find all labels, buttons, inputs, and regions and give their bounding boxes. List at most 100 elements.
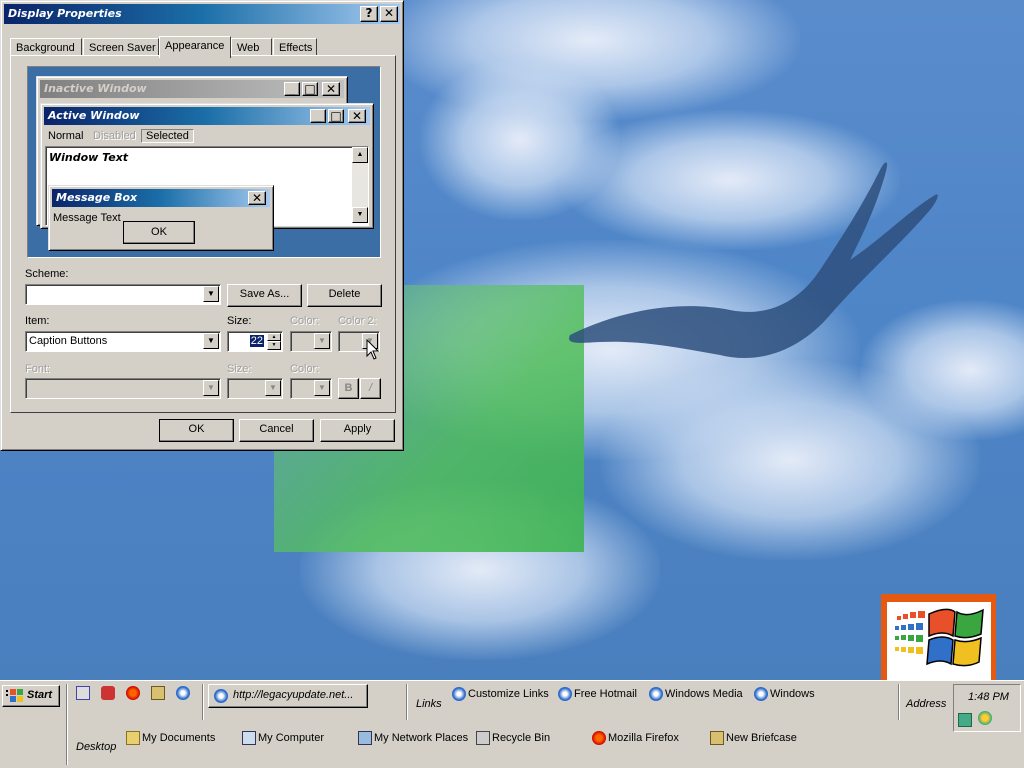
dropdown-arrow-icon: ▼: [314, 380, 330, 396]
ie-page-icon: [649, 687, 663, 701]
italic-button[interactable]: /: [360, 378, 381, 399]
windows-flag-icon: [6, 689, 23, 702]
firefox-icon: [592, 731, 606, 745]
desktop-item-label: Recycle Bin: [492, 731, 551, 744]
close-icon: ✕: [383, 6, 395, 20]
desktop-item-label: Mozilla Firefox: [608, 731, 679, 744]
desktop-item-my-computer[interactable]: My Computer: [242, 731, 324, 745]
spin-down-icon[interactable]: ▼: [267, 341, 281, 350]
help-icon: ?: [365, 6, 373, 20]
display-properties-dialog: Display Properties ? ✕ Background Screen…: [0, 0, 404, 451]
maximize-icon: □: [302, 82, 318, 96]
spin-up-icon[interactable]: ▲: [267, 333, 281, 341]
font-size-select[interactable]: ▼: [227, 378, 283, 399]
color-label: Color:: [290, 315, 320, 327]
font-select[interactable]: ▼: [25, 378, 221, 399]
separator: [66, 725, 68, 765]
button-label: OK: [151, 226, 167, 238]
appearance-panel: Inactive Window _ □ ✕ Active Window _ □ …: [10, 55, 396, 413]
link-label: Windows Media: [665, 687, 743, 700]
size-spinner[interactable]: 22 ▲ ▼: [227, 331, 283, 352]
dropdown-arrow-icon: ▼: [314, 333, 330, 349]
clock[interactable]: 1:48 PM: [968, 691, 1009, 703]
links-label: Links: [416, 698, 442, 710]
preview-msgbox-ok: OK: [123, 221, 195, 244]
tab-appearance[interactable]: Appearance: [159, 36, 231, 58]
start-button[interactable]: Start: [2, 685, 60, 707]
separator: [202, 684, 204, 720]
font-size-label: Size:: [227, 363, 252, 375]
link-free-hotmail[interactable]: Free Hotmail: [558, 687, 637, 701]
preview-active-titlebar: Active Window _ □ ✕: [44, 107, 370, 125]
ie-page-icon: [452, 687, 466, 701]
link-customize-links[interactable]: Customize Links: [452, 687, 549, 701]
firefox-icon[interactable]: [126, 686, 141, 700]
desktop-item-new-briefcase[interactable]: New Briefcase: [710, 731, 797, 745]
diver-silhouette: [569, 162, 938, 359]
desktop-item-recycle-bin[interactable]: Recycle Bin: [476, 731, 550, 745]
tab-web[interactable]: Web: [231, 38, 272, 56]
help-button[interactable]: ?: [360, 6, 378, 22]
desktop-item-mozilla-firefox[interactable]: Mozilla Firefox: [592, 731, 679, 745]
recycle-bin-icon: [476, 731, 490, 745]
preview-menu-disabled: Disabled: [93, 130, 136, 142]
dropdown-arrow-icon[interactable]: ▼: [203, 333, 219, 349]
cancel-button[interactable]: Cancel: [239, 419, 314, 442]
dialog-titlebar[interactable]: Display Properties ? ✕: [4, 4, 400, 24]
ie-page-icon: [558, 687, 572, 701]
preview-menu-selected: Selected: [141, 129, 194, 143]
tab-label: Web: [237, 42, 260, 54]
maximize-icon: □: [328, 109, 344, 123]
start-label: Start: [27, 689, 53, 701]
link-windows[interactable]: Windows: [754, 687, 815, 701]
dropdown-arrow-icon: ▼: [265, 380, 281, 396]
preview-menu-normal: Normal: [48, 130, 84, 142]
save-as-button[interactable]: Save As...: [227, 284, 302, 307]
dropdown-arrow-icon[interactable]: ▼: [203, 286, 219, 302]
briefcase-icon: [710, 731, 724, 745]
task-button-legacyupdate[interactable]: http://legacyupdate.net...: [208, 684, 368, 708]
font-color-picker[interactable]: ▼: [290, 378, 332, 399]
appearance-preview[interactable]: Inactive Window _ □ ✕ Active Window _ □ …: [27, 66, 381, 258]
tab-background[interactable]: Background: [10, 38, 82, 56]
network-icon[interactable]: [958, 713, 972, 727]
windows-update-icon[interactable]: [978, 711, 992, 725]
briefcase-icon[interactable]: [151, 686, 166, 700]
desktop-toolbar-label: Desktop: [76, 741, 117, 753]
button-label: Cancel: [259, 423, 294, 435]
desktop-item-my-network-places[interactable]: My Network Places: [358, 731, 468, 745]
bold-button[interactable]: B: [338, 378, 359, 399]
tab-effects[interactable]: Effects: [273, 38, 317, 56]
apply-button[interactable]: Apply: [320, 419, 395, 442]
scheme-select[interactable]: ▼: [25, 284, 221, 305]
close-icon: ✕: [322, 82, 340, 96]
tab-screen-saver[interactable]: Screen Saver: [83, 38, 159, 56]
close-button[interactable]: ✕: [380, 6, 398, 22]
show-desktop-icon[interactable]: [101, 686, 116, 700]
color-picker[interactable]: ▼: [290, 331, 332, 352]
size-label: Size:: [227, 315, 252, 327]
outlook-express-icon[interactable]: [76, 686, 90, 700]
link-label: Windows: [770, 687, 815, 700]
button-label: Delete: [328, 288, 361, 300]
item-select[interactable]: Caption Buttons ▼: [25, 331, 221, 352]
font-color-label: Color:: [290, 363, 320, 375]
desktop-item-label: My Network Places: [374, 731, 469, 744]
internet-explorer-icon[interactable]: [176, 686, 191, 700]
scroll-up-icon: ▲: [352, 147, 368, 163]
desktop-item-label: New Briefcase: [726, 731, 797, 744]
ok-button[interactable]: OK: [159, 419, 234, 442]
link-label: Free Hotmail: [574, 687, 637, 700]
desktop-item-my-documents[interactable]: My Documents: [126, 731, 215, 745]
taskbar: Start http://legacyupdate.net... Links C…: [0, 680, 1024, 768]
mouse-cursor-icon: [366, 339, 380, 360]
button-label: Save As...: [239, 288, 290, 300]
dropdown-arrow-icon: ▼: [203, 380, 219, 396]
link-windows-media[interactable]: Windows Media: [649, 687, 743, 701]
tab-label: Effects: [279, 42, 313, 54]
delete-button[interactable]: Delete: [307, 284, 382, 307]
item-label: Item:: [25, 315, 50, 327]
internet-explorer-icon: [214, 689, 228, 703]
close-icon: ✕: [348, 109, 366, 123]
quick-launch: [76, 686, 192, 700]
